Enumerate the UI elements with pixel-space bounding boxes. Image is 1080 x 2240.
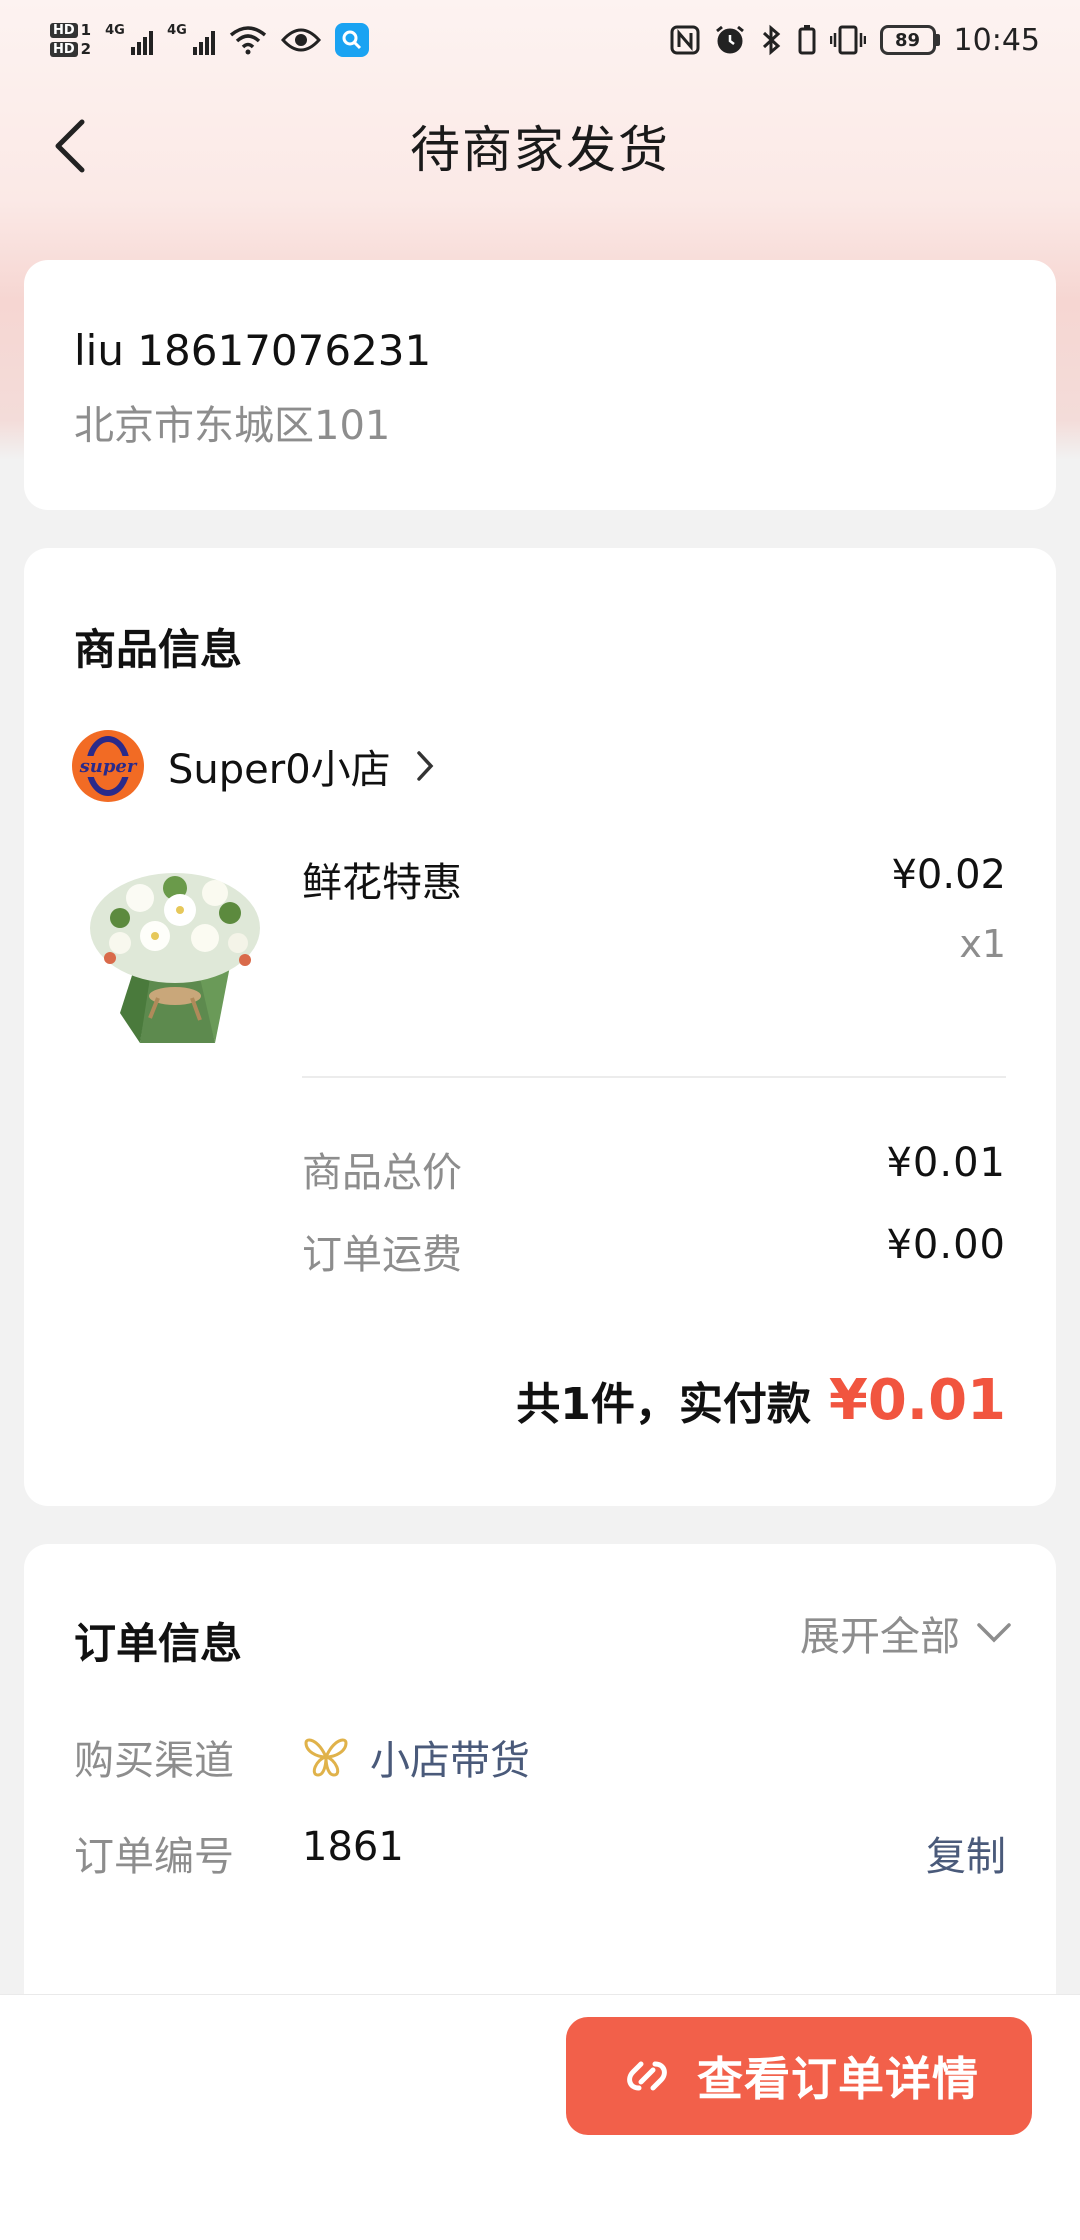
network-label-1: 4G (105, 23, 125, 38)
shop-logo-text: super (78, 755, 138, 777)
order-number-label: 订单编号 (74, 1834, 234, 1880)
divider (302, 1076, 1006, 1078)
order-detail-page: HD 1 HD 2 4G 4G 89 10:45 待商家发货 liu 18617… (0, 0, 1080, 2240)
network-label-2: 4G (167, 23, 187, 38)
channel-text: 小店带货 (370, 1738, 530, 1784)
view-order-detail-label: 查看订单详情 (697, 2052, 979, 2106)
bluetooth-icon (762, 24, 780, 56)
status-left: HD 1 HD 2 4G 4G (50, 23, 370, 57)
chevron-left-icon (55, 119, 85, 173)
hd-label-2: HD (50, 42, 78, 57)
total-text: 共1件，实付款 (516, 1379, 811, 1430)
total-line: 共1件，实付款 ¥0.01 (516, 1368, 1006, 1433)
search-app-icon (335, 23, 370, 57)
hd-label-1: HD (50, 23, 78, 38)
signal-icon-2: 4G (167, 23, 216, 55)
goods-section-title: 商品信息 (74, 625, 243, 674)
hd-1: HD 1 (50, 23, 91, 38)
shipping-value: ¥0.00 (886, 1222, 1006, 1268)
subtotal-label: 商品总价 (302, 1150, 462, 1196)
vibrate-icon (829, 25, 866, 55)
shop-link[interactable]: super Super0小店 (72, 730, 435, 802)
subtotal-value: ¥0.01 (886, 1140, 1006, 1186)
battery-level: 89 (895, 29, 921, 51)
product-image[interactable] (80, 848, 270, 1048)
hd-number-2: 2 (80, 40, 92, 58)
link-icon (627, 2061, 667, 2091)
battery-saver-icon (798, 25, 816, 55)
shipping-label: 订单运费 (302, 1232, 462, 1278)
view-order-detail-button[interactable]: 查看订单详情 (566, 2017, 1032, 2135)
order-section-title: 订单信息 (74, 1619, 243, 1668)
battery-icon: 89 (879, 25, 940, 55)
hd-2: HD 2 (50, 42, 91, 57)
expand-all-button[interactable]: 展开全部 (800, 1604, 1012, 1662)
recipient-address: 北京市东城区101 (74, 403, 391, 449)
recipient-name-phone: liu 18617076231 (74, 326, 432, 375)
channel-value: 小店带货 (302, 1728, 530, 1786)
status-right: 89 10:45 (670, 23, 1040, 58)
nav-bar: 待商家发货 (0, 80, 1080, 212)
back-button[interactable] (40, 116, 100, 176)
chevron-right-icon (416, 751, 434, 781)
hd-indicators: HD 1 HD 2 (50, 23, 91, 57)
bottom-action-bar: 查看订单详情 (0, 1994, 1080, 2240)
signal-icon-1: 4G (105, 23, 154, 55)
shop-logo: super (72, 730, 144, 802)
chevron-down-icon (977, 1623, 1011, 1643)
address-card: liu 18617076231 北京市东城区101 (24, 260, 1056, 510)
butterfly-icon (304, 1738, 348, 1777)
goods-card: 商品信息 super Super0小店 鲜花特惠 ¥0.02 x1 商品总价 ¥… (24, 548, 1056, 1506)
page-title: 待商家发货 (410, 121, 670, 179)
alarm-icon (715, 25, 744, 54)
status-bar: HD 1 HD 2 4G 4G 89 10:45 (0, 0, 1080, 80)
channel-label: 购买渠道 (74, 1738, 234, 1784)
product-price: ¥0.02 (891, 852, 1006, 898)
eye-icon (281, 28, 322, 52)
copy-button[interactable]: 复制 (926, 1824, 1006, 1882)
order-number-value: 1861 (302, 1824, 404, 1870)
shop-name: Super0小店 (168, 747, 391, 793)
product-name[interactable]: 鲜花特惠 (302, 850, 462, 908)
product-quantity: x1 (959, 922, 1006, 966)
total-amount: ¥0.01 (828, 1368, 1006, 1433)
clock: 10:45 (953, 22, 1040, 58)
wifi-icon (229, 26, 267, 55)
expand-all-label: 展开全部 (800, 1614, 960, 1660)
hd-number-1: 1 (80, 21, 92, 39)
nfc-icon (670, 25, 700, 55)
